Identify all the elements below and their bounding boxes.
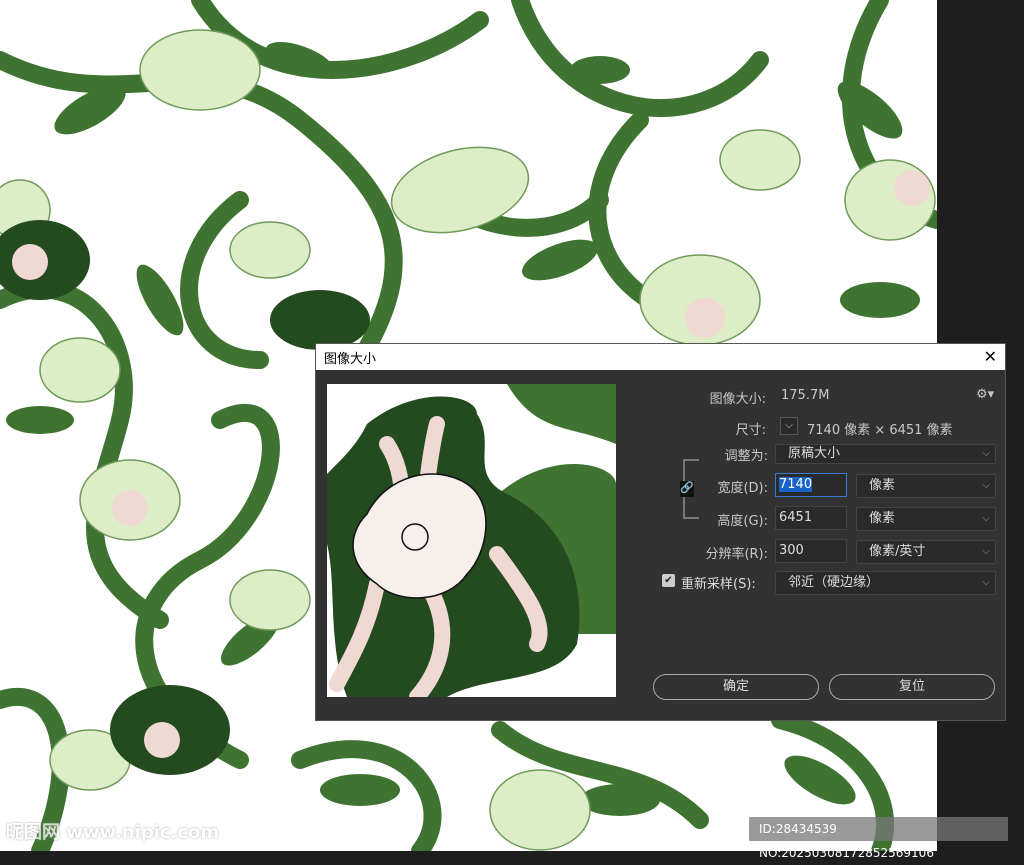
image-size-value: 175.7M [781,388,830,403]
height-label: 高度(G): [717,514,768,529]
dimensions-label: 尺寸: [735,423,766,438]
chevron-down-icon: ⌵ [982,577,990,588]
link-constrain-icon[interactable]: 🔗 [680,481,694,497]
dialog-title: 图像大小 [324,351,377,367]
dialog-titlebar[interactable]: 图像大小 ✕ [316,344,1005,370]
resample-method-select[interactable]: 邻近（硬边缘） ⌵ [775,571,996,595]
fit-to-value: 原稿大小 [788,446,841,461]
fit-to-label: 调整为: [724,449,768,464]
settings-gear-icon[interactable]: ⚙▾ [976,387,994,402]
dimensions-value: 7140 像素 × 6451 像素 [807,423,953,438]
width-unit-select[interactable]: 像素 ⌵ [856,474,996,498]
dimensions-dropdown-icon[interactable]: ⌵ [780,417,798,435]
width-input[interactable]: 7140 [775,473,847,497]
width-unit: 像素 [869,478,896,493]
height-unit: 像素 [869,511,896,526]
ok-button[interactable]: 确定 [653,674,819,700]
reset-button[interactable]: 复位 [829,674,995,700]
watermark-id: ID:28434539 NO:20250308172852569106 [749,817,1008,860]
resolution-input[interactable]: 300 [775,539,847,563]
resample-method-value: 邻近（硬边缘） [788,575,880,590]
height-input[interactable]: 6451 [775,506,847,530]
width-value: 7140 [779,477,813,492]
chevron-down-icon: ⌵ [982,546,990,557]
chevron-down-icon: ⌵ [982,480,990,491]
resolution-value: 300 [779,543,804,558]
image-preview[interactable] [327,384,616,697]
height-unit-select[interactable]: 像素 ⌵ [856,507,996,531]
resample-checkbox[interactable]: ✔ [662,574,675,587]
preview-image [327,384,616,697]
image-size-dialog: 图像大小 ✕ 图像大小: 175.7M ⚙▾ 尺寸: ⌵ 7140 像素 × 6… [315,343,1006,721]
height-value: 6451 [779,510,813,525]
chevron-down-icon: ⌵ [982,448,990,459]
fit-to-select[interactable]: 原稿大小 ⌵ [775,444,996,464]
close-icon[interactable]: ✕ [984,347,997,366]
chevron-down-icon: ⌵ [982,513,990,524]
resolution-unit-select[interactable]: 像素/英寸 ⌵ [856,540,996,564]
resample-label: 重新采样(S): [681,577,756,592]
resolution-label: 分辨率(R): [705,547,768,562]
watermark-logo: 昵图网 www.nipic.com [6,822,220,843]
image-size-label: 图像大小: [709,392,766,407]
resolution-unit: 像素/英寸 [869,544,926,559]
width-label: 宽度(D): [717,481,768,496]
